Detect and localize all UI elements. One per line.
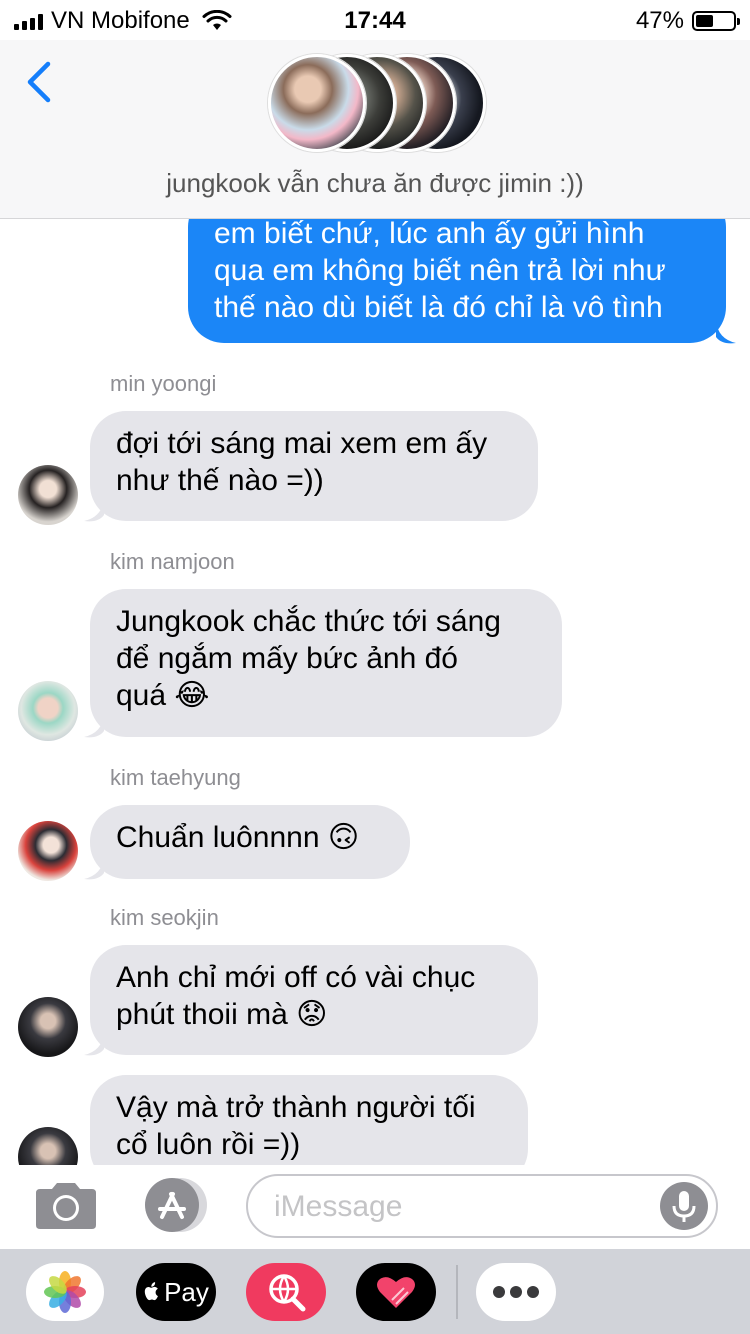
sender-name: kim namjoon: [110, 549, 235, 574]
message-thread[interactable]: em biết chứ, lúc anh ấy gửi hình qua em …: [0, 219, 750, 1165]
incoming-message-bubble[interactable]: Anh chỉ mới off có vài chục phút thoii m…: [90, 945, 538, 1055]
battery-percent: 47%: [635, 7, 684, 34]
message-line: Chuẩn luônnnn 🙃: [116, 821, 360, 854]
web-search-icon[interactable]: [246, 1263, 326, 1321]
back-button[interactable]: [22, 60, 62, 104]
bubble-tail: [84, 1033, 104, 1056]
incoming-message-bubble[interactable]: Chuẩn luônnnn 🙃: [90, 805, 410, 879]
incoming-message-bubble[interactable]: Jungkook chắc thức tới sáng để ngắm mấy …: [90, 589, 562, 737]
incoming-message-bubble[interactable]: Vậy mà trở thành người tối cổ luôn rồi =…: [90, 1075, 528, 1165]
bubble-tail: [84, 857, 104, 880]
sender-name: min yoongi: [110, 371, 217, 396]
drawer-divider: [456, 1265, 458, 1319]
sender-avatar[interactable]: [18, 681, 78, 741]
message-line: cổ luôn rồi =)): [116, 1128, 301, 1161]
group-name[interactable]: jungkook vẫn chưa ăn được jimin :)): [0, 168, 750, 199]
sender-avatar[interactable]: [18, 465, 78, 525]
sender-name: kim taehyung: [110, 765, 241, 790]
more-icon[interactable]: [476, 1263, 556, 1321]
status-bar: VN Mobifone 17:44 47%: [0, 0, 750, 40]
apple-pay-label: Pay: [164, 1276, 209, 1307]
message-line: quá 😂: [116, 679, 210, 712]
input-placeholder: iMessage: [274, 1190, 403, 1223]
message-line: Jungkook chắc thức tới sáng: [116, 605, 501, 638]
message-line: Vậy mà trở thành người tối: [116, 1091, 476, 1124]
battery-status: 47%: [635, 7, 740, 35]
sender-name: kim seokjin: [110, 905, 219, 930]
conversation-header: jungkook vẫn chưa ăn được jimin :)): [0, 40, 750, 219]
message-line: để ngắm mấy bức ảnh đó: [116, 642, 458, 675]
group-avatar-stack[interactable]: [266, 54, 486, 152]
bubble-tail: [84, 715, 104, 738]
photos-icon[interactable]: [26, 1263, 104, 1321]
message-line: em biết chứ, lúc anh ấy gửi hình: [214, 219, 645, 250]
apple-pay-icon[interactable]: Pay: [136, 1263, 216, 1321]
compose-bar: iMessage: [0, 1165, 750, 1249]
message-line: thế nào dù biết là đó chỉ là vô tình: [214, 291, 663, 324]
camera-icon[interactable]: [32, 1181, 100, 1231]
bubble-tail: [716, 321, 736, 344]
outgoing-message-bubble[interactable]: em biết chứ, lúc anh ấy gửi hình qua em …: [188, 219, 726, 343]
message-line: như thế nào =)): [116, 464, 324, 497]
message-line: Anh chỉ mới off có vài chục: [116, 961, 476, 994]
sender-avatar[interactable]: [18, 821, 78, 881]
message-line: qua em không biết nên trả lời như: [214, 254, 666, 287]
digital-touch-icon[interactable]: [356, 1263, 436, 1321]
message-line: đợi tới sáng mai xem em ấy: [116, 427, 488, 460]
app-drawer: Pay: [0, 1249, 750, 1334]
battery-icon: [692, 11, 740, 31]
bubble-tail: [84, 499, 104, 522]
message-line: phút thoii mà 😟: [116, 998, 328, 1031]
sender-avatar[interactable]: [18, 1127, 78, 1165]
incoming-message-bubble[interactable]: đợi tới sáng mai xem em ấy như thế nào =…: [90, 411, 538, 521]
imessage-input[interactable]: iMessage: [246, 1174, 718, 1238]
apple-logo-icon: [144, 1282, 159, 1301]
sender-avatar[interactable]: [18, 997, 78, 1057]
app-store-icon[interactable]: [140, 1177, 212, 1233]
group-member-avatar: [268, 54, 366, 152]
microphone-icon[interactable]: [660, 1182, 708, 1230]
